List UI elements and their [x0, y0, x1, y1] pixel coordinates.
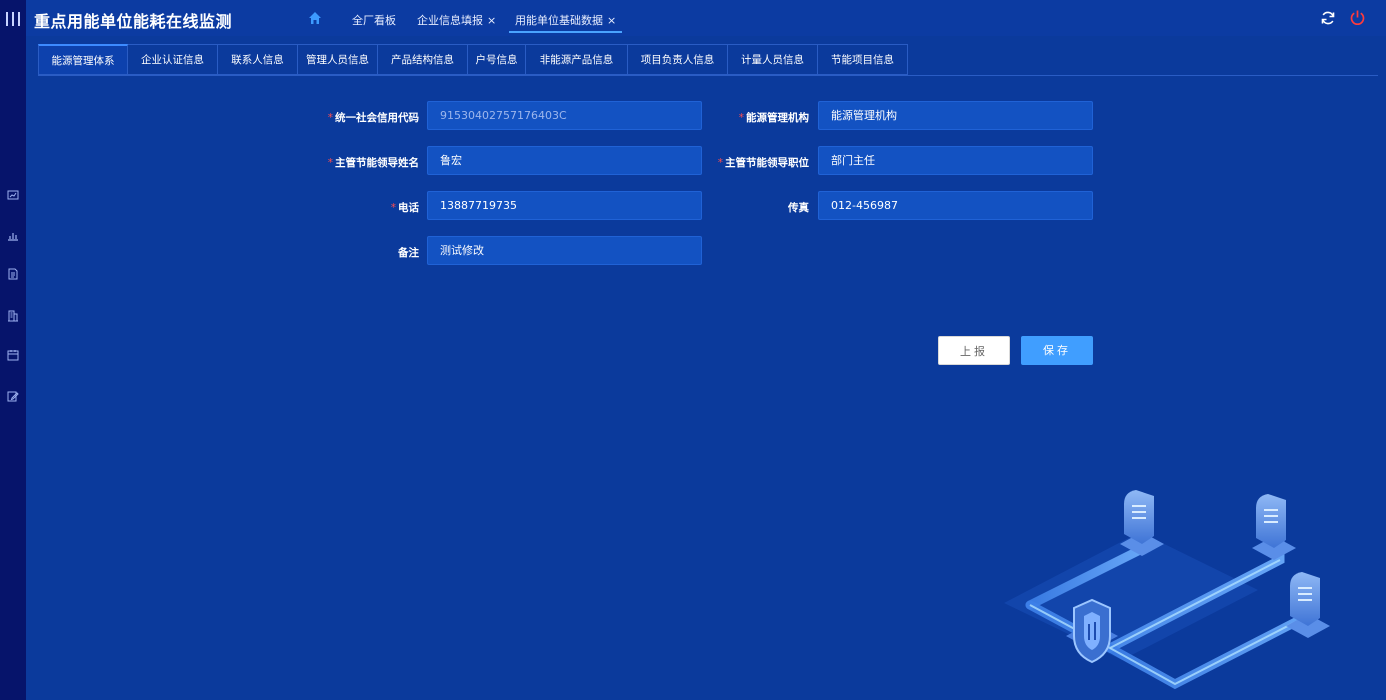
leader-title-field[interactable]: 部门主任	[818, 146, 1093, 175]
label-text: 主管节能领导职位	[725, 157, 809, 169]
tab-metering-staff[interactable]: 计量人员信息	[728, 44, 818, 75]
tab-non-energy-products[interactable]: 非能源产品信息	[526, 44, 628, 75]
phone-label: * 电话	[250, 200, 419, 215]
top-tab-label: 全厂看板	[352, 14, 396, 27]
power-icon[interactable]	[1349, 9, 1366, 26]
close-icon[interactable]: ×	[607, 14, 616, 27]
tab-energy-saving-projects[interactable]: 节能项目信息	[818, 44, 908, 75]
tab-account-number[interactable]: 户号信息	[468, 44, 526, 75]
org-label: * 能源管理机构	[640, 110, 809, 125]
top-tab-dashboard[interactable]: 全厂看板	[352, 12, 396, 28]
top-tab-basic-data[interactable]: 用能单位基础数据 ×	[508, 12, 623, 33]
tab-energy-management[interactable]: 能源管理体系	[38, 44, 128, 75]
leader-title-label: * 主管节能领导职位	[640, 155, 809, 170]
tab-product-structure[interactable]: 产品结构信息	[378, 44, 468, 75]
remark-label: 备注	[398, 247, 419, 259]
close-icon[interactable]: ×	[487, 14, 496, 27]
tab-managers[interactable]: 管理人员信息	[298, 44, 378, 75]
org-field[interactable]: 能源管理机构	[818, 101, 1093, 130]
refresh-icon[interactable]	[1320, 10, 1336, 26]
menu-bars-icon[interactable]	[6, 12, 20, 26]
save-button[interactable]: 保存	[1021, 336, 1093, 365]
required-mark: *	[738, 112, 744, 124]
top-tab-label: 用能单位基础数据	[515, 14, 603, 27]
label-text: 能源管理机构	[746, 112, 809, 124]
leader-name-label: * 主管节能领导姓名	[250, 155, 419, 170]
chart-card-icon[interactable]	[7, 189, 19, 201]
credit-code-label: * 统一社会信用代码	[250, 110, 419, 125]
remark-field[interactable]: 测试修改	[427, 236, 702, 265]
tab-project-leaders[interactable]: 项目负责人信息	[628, 44, 728, 75]
fax-field[interactable]: 012-456987	[818, 191, 1093, 220]
top-tab-enterprise-info[interactable]: 企业信息填报 ×	[417, 12, 496, 28]
required-mark: *	[327, 112, 333, 124]
tab-enterprise-certification[interactable]: 企业认证信息	[128, 44, 218, 75]
server-network-illustration	[1004, 490, 1330, 690]
sub-tab-bar: 能源管理体系 企业认证信息 联系人信息 管理人员信息 产品结构信息 户号信息 非…	[38, 44, 908, 75]
home-icon[interactable]	[308, 11, 322, 25]
tab-contacts[interactable]: 联系人信息	[218, 44, 298, 75]
required-mark: *	[390, 202, 396, 214]
required-mark: *	[327, 157, 333, 169]
tab-divider	[38, 75, 1378, 76]
calendar-icon[interactable]	[7, 349, 19, 361]
left-rail	[0, 0, 26, 700]
top-tab-label: 企业信息填报	[417, 14, 483, 27]
label-text: 电话	[398, 202, 419, 214]
required-mark: *	[717, 157, 723, 169]
top-header: 重点用能单位能耗在线监测 全厂看板 企业信息填报 × 用能单位基础数据 ×	[26, 0, 1386, 36]
label-text: 统一社会信用代码	[335, 112, 419, 124]
fax-label: 传真	[788, 202, 809, 214]
document-icon[interactable]	[7, 268, 19, 280]
report-button[interactable]: 上报	[938, 336, 1010, 365]
building-icon[interactable]	[7, 310, 19, 322]
label-text: 主管节能领导姓名	[335, 157, 419, 169]
app-title: 重点用能单位能耗在线监测	[34, 12, 233, 31]
edit-icon[interactable]	[7, 390, 19, 402]
bar-chart-icon[interactable]	[7, 229, 19, 241]
